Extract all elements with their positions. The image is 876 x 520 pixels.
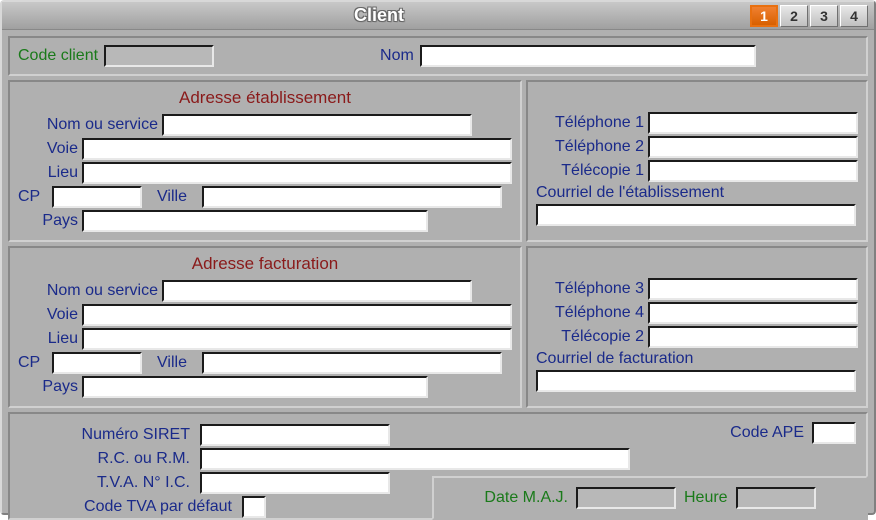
pays-fact-input[interactable] [82, 376, 428, 398]
email-fact-label: Courriel de facturation [536, 350, 693, 368]
lieu-fact-input[interactable] [82, 328, 512, 350]
fax1-input[interactable] [648, 160, 858, 182]
panel-contact-facturation: Téléphone 3 Téléphone 4 Télécopie 2 Cour… [526, 246, 868, 408]
nom-input[interactable] [420, 45, 756, 67]
tab-3[interactable]: 3 [810, 5, 838, 27]
voie-etab-input[interactable] [82, 138, 512, 160]
fax2-input[interactable] [648, 326, 858, 348]
tel1-label: Téléphone 1 [536, 114, 644, 132]
nom-service-etab-label: Nom ou service [18, 116, 158, 134]
ville-fact-input[interactable] [202, 352, 502, 374]
tel3-input[interactable] [648, 278, 858, 300]
tva-ic-label: T.V.A. N° I.C. [20, 474, 190, 492]
lieu-etab-input[interactable] [82, 162, 512, 184]
cp-fact-label: CP [18, 354, 48, 372]
fax2-label: Télécopie 2 [536, 328, 644, 346]
tel3-label: Téléphone 3 [536, 280, 644, 298]
tel1-input[interactable] [648, 112, 858, 134]
ville-etab-label: Ville [146, 188, 198, 206]
tel2-input[interactable] [648, 136, 858, 158]
section-title-addr-etab: Adresse établissement [18, 88, 512, 108]
ville-etab-input[interactable] [202, 186, 502, 208]
heure-input[interactable] [736, 487, 816, 509]
heure-label: Heure [684, 489, 728, 507]
rc-input[interactable] [200, 448, 630, 470]
code-tva-label: Code TVA par défaut [20, 498, 232, 516]
cp-fact-input[interactable] [52, 352, 142, 374]
code-ape-input[interactable] [812, 422, 856, 444]
nom-label: Nom [380, 47, 414, 65]
window-title: Client [8, 5, 750, 26]
siret-input[interactable] [200, 424, 390, 446]
panel-row-2: Adresse facturation Nom ou service Voie … [8, 246, 868, 408]
pays-etab-input[interactable] [82, 210, 428, 232]
voie-fact-input[interactable] [82, 304, 512, 326]
rc-label: R.C. ou R.M. [20, 450, 190, 468]
titlebar: Client 1 2 3 4 [2, 2, 874, 30]
date-maj-label: Date M.A.J. [484, 489, 568, 507]
tel4-label: Téléphone 4 [536, 304, 644, 322]
fax1-label: Télécopie 1 [536, 162, 644, 180]
siret-label: Numéro SIRET [20, 426, 190, 444]
voie-fact-label: Voie [18, 306, 78, 324]
content-area: Code client Nom Adresse établissement No… [2, 30, 874, 513]
date-maj-input[interactable] [576, 487, 676, 509]
ville-fact-label: Ville [146, 354, 198, 372]
section-title-addr-fact: Adresse facturation [18, 254, 512, 274]
tel2-label: Téléphone 2 [536, 138, 644, 156]
voie-etab-label: Voie [18, 140, 78, 158]
panel-row-1: Adresse établissement Nom ou service Voi… [8, 80, 868, 242]
code-client-input[interactable] [104, 45, 214, 67]
tab-4[interactable]: 4 [840, 5, 868, 27]
lieu-etab-label: Lieu [18, 164, 78, 182]
tab-1[interactable]: 1 [750, 5, 778, 27]
email-etab-label: Courriel de l'établissement [536, 184, 724, 202]
panel-adresse-etablissement: Adresse établissement Nom ou service Voi… [8, 80, 522, 242]
nom-service-fact-label: Nom ou service [18, 282, 158, 300]
lieu-fact-label: Lieu [18, 330, 78, 348]
code-ape-group: Code APE [730, 422, 856, 444]
tab-buttons: 1 2 3 4 [750, 5, 868, 27]
tel4-input[interactable] [648, 302, 858, 324]
email-etab-input[interactable] [536, 204, 856, 226]
pays-fact-label: Pays [18, 378, 78, 396]
bottom-panel: Numéro SIRET R.C. ou R.M. T.V.A. N° I.C.… [8, 412, 868, 520]
date-maj-box: Date M.A.J. Heure [432, 476, 868, 520]
code-client-label: Code client [18, 47, 98, 65]
cp-etab-label: CP [18, 188, 48, 206]
tva-ic-input[interactable] [200, 472, 390, 494]
panel-contact-etablissement: Téléphone 1 Téléphone 2 Télécopie 1 Cour… [526, 80, 868, 242]
cp-etab-input[interactable] [52, 186, 142, 208]
code-ape-label: Code APE [730, 424, 804, 442]
client-window: Client 1 2 3 4 Code client Nom Adresse é… [0, 0, 876, 515]
panel-adresse-facturation: Adresse facturation Nom ou service Voie … [8, 246, 522, 408]
tab-2[interactable]: 2 [780, 5, 808, 27]
nom-service-fact-input[interactable] [162, 280, 472, 302]
pays-etab-label: Pays [18, 212, 78, 230]
email-fact-input[interactable] [536, 370, 856, 392]
nom-service-etab-input[interactable] [162, 114, 472, 136]
top-row: Code client Nom [8, 36, 868, 76]
